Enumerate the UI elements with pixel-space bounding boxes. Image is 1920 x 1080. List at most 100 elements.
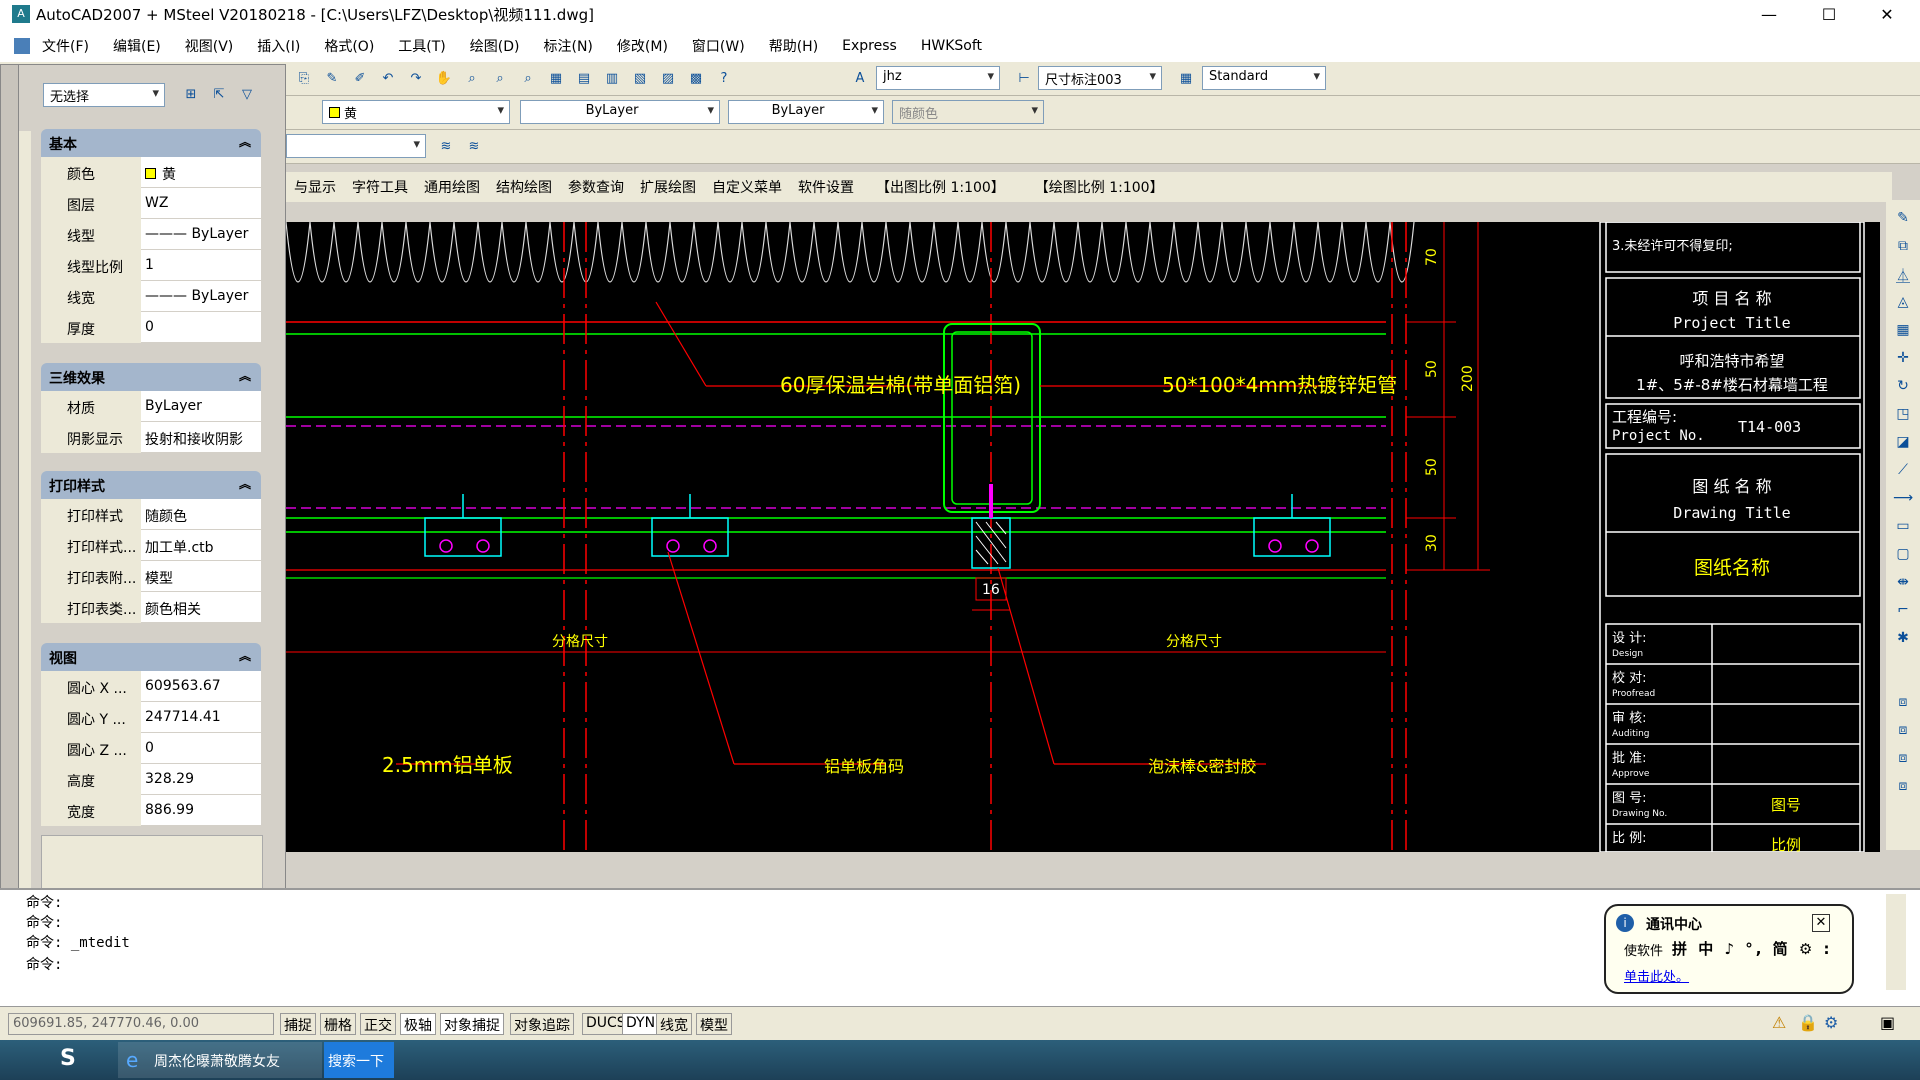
prop-row[interactable]: 打印表附... 模型 (41, 561, 261, 592)
collapse-icon[interactable]: ︽ (239, 133, 251, 150)
quick-select-icon[interactable]: ▽ (236, 83, 258, 105)
prop-row[interactable]: 圆心 Y ... 247714.41 (41, 702, 261, 733)
msteel-menu-display[interactable]: 与显示 (294, 177, 336, 197)
draworder-icon[interactable]: ⧈ (1892, 694, 1914, 716)
scale-icon[interactable]: ◳ (1892, 406, 1914, 428)
osnap-toggle[interactable]: 对象捕捉 (440, 1013, 504, 1035)
section-3d[interactable]: 三维效果 ︽ (41, 363, 261, 391)
balloon-link[interactable]: 单击此处。 (1624, 966, 1689, 985)
rotate-icon[interactable]: ↻ (1892, 378, 1914, 400)
text-style-select[interactable]: jhz (876, 66, 1000, 90)
zoom-previous-icon[interactable]: ⌕ (517, 67, 539, 89)
extend-icon[interactable]: ⟶ (1892, 490, 1914, 512)
warning-icon[interactable]: ⚠ (1772, 1013, 1786, 1032)
toggle-pickadd-icon[interactable]: ⊞ (180, 83, 202, 105)
menu-insert[interactable]: 插入(I) (257, 36, 300, 56)
menu-dimension[interactable]: 标注(N) (544, 36, 593, 56)
command-input[interactable]: 命令: (26, 954, 62, 974)
match-icon[interactable]: ✐ (349, 67, 371, 89)
section-print[interactable]: 打印样式 ︽ (41, 471, 261, 499)
prop-row[interactable]: 颜色 黄 (41, 157, 261, 188)
model-toggle[interactable]: 模型 (696, 1013, 732, 1035)
sheet-set-icon[interactable]: ▧ (629, 67, 651, 89)
close-button[interactable]: ✕ (1864, 0, 1910, 28)
draworder-above-icon[interactable]: ⧈ (1892, 750, 1914, 772)
join-icon[interactable]: ▢ (1892, 546, 1914, 568)
otrack-toggle[interactable]: 对象追踪 (510, 1013, 574, 1035)
output-scale[interactable]: 【出图比例 1:100】 (876, 177, 1005, 197)
mirror-icon[interactable]: ⏅ (1892, 266, 1914, 288)
msteel-menu-query[interactable]: 参数查询 (568, 177, 624, 197)
design-center-icon[interactable]: ▤ (573, 67, 595, 89)
msteel-menu-settings[interactable]: 软件设置 (798, 177, 854, 197)
taskbar-item-news[interactable]: e 周杰伦曝萧敬腾女友 (118, 1042, 322, 1078)
lineweight-toggle[interactable]: 线宽 (656, 1013, 692, 1035)
explode-icon[interactable]: ✱ (1892, 630, 1914, 652)
dim-style-select[interactable]: 尺寸标注003 (1038, 66, 1162, 90)
menu-window[interactable]: 窗口(W) (692, 36, 745, 56)
palette-scrollbar[interactable] (19, 131, 31, 891)
msteel-menu-custom[interactable]: 自定义菜单 (712, 177, 782, 197)
collapse-icon[interactable]: ︽ (239, 647, 251, 664)
coordinates-display[interactable]: 609691.85, 247770.46, 0.00 (8, 1013, 274, 1035)
menu-modify[interactable]: 修改(M) (617, 36, 668, 56)
msteel-menu-general[interactable]: 通用绘图 (424, 177, 480, 197)
markup-icon[interactable]: ▨ (657, 67, 679, 89)
prop-row[interactable]: 线型比例 1 (41, 250, 261, 281)
section-basic[interactable]: 基本 ︽ (41, 129, 261, 157)
layer-previous-icon[interactable]: ≋ (463, 135, 485, 157)
move-icon[interactable]: ✛ (1892, 350, 1914, 372)
search-button[interactable]: 搜索一下 (324, 1042, 394, 1078)
menu-file[interactable]: 文件(F) (42, 36, 89, 56)
polar-toggle[interactable]: 极轴 (400, 1013, 436, 1035)
draworder-back-icon[interactable]: ⧈ (1892, 722, 1914, 744)
color-select[interactable]: 黄 (322, 100, 510, 124)
properties-icon[interactable]: ▦ (545, 67, 567, 89)
fillet-icon[interactable]: ⌐ (1892, 602, 1914, 624)
pan-icon[interactable]: ✋ (433, 67, 455, 89)
erase-icon[interactable]: ✎ (1892, 210, 1914, 232)
offset-icon[interactable]: ◬ (1892, 294, 1914, 316)
grid-toggle[interactable]: 栅格 (320, 1013, 356, 1035)
tool-palette-icon[interactable]: ▥ (601, 67, 623, 89)
msteel-menu-structure[interactable]: 结构绘图 (496, 177, 552, 197)
prop-row[interactable]: 打印样式... 加工单.ctb (41, 530, 261, 561)
prop-row[interactable]: 图层 WZ (41, 188, 261, 219)
trim-icon[interactable]: ⟋ (1892, 462, 1914, 484)
layer-select[interactable] (286, 134, 426, 158)
maximize-button[interactable]: ☐ (1806, 0, 1852, 28)
msteel-menu-extend[interactable]: 扩展绘图 (640, 177, 696, 197)
lock-icon[interactable]: 🔒 (1798, 1013, 1818, 1032)
layer-manager-icon[interactable]: ≋ (435, 135, 457, 157)
clean-screen-icon[interactable]: ▣ (1880, 1013, 1895, 1032)
command-scrollbar[interactable] (1886, 894, 1906, 990)
copy-icon[interactable]: ⧉ (1892, 238, 1914, 260)
prop-row[interactable]: 材质 ByLayer (41, 391, 261, 422)
section-view[interactable]: 视图 ︽ (41, 643, 261, 671)
calculator-icon[interactable]: ▩ (685, 67, 707, 89)
array-icon[interactable]: ▦ (1892, 322, 1914, 344)
palette-titlebar[interactable] (1, 65, 19, 911)
prop-row[interactable]: 线型 ——— ByLayer (41, 219, 261, 250)
prop-row[interactable]: 圆心 Z ... 0 (41, 733, 261, 764)
break-icon[interactable]: ▭ (1892, 518, 1914, 540)
tray-settings-icon[interactable]: ⚙ (1824, 1013, 1838, 1032)
menu-express[interactable]: Express (842, 38, 897, 54)
select-objects-icon[interactable]: ⇱ (208, 83, 230, 105)
drawing-canvas[interactable]: 60厚保温岩棉(带单面铝箔) 50*100*4mm热镀锌矩管 2.5mm铝单板 … (286, 222, 1880, 852)
menu-help[interactable]: 帮助(H) (769, 36, 818, 56)
ime-toolbar[interactable]: 拼 中 ♪ °, 简 ⚙ : (1672, 938, 1833, 959)
prop-row[interactable]: 高度 328.29 (41, 764, 261, 795)
prop-row[interactable]: 线宽 ——— ByLayer (41, 281, 261, 312)
menu-tools[interactable]: 工具(T) (398, 36, 445, 56)
open-icon[interactable]: ⎘ (293, 67, 315, 89)
help-icon[interactable]: ? (713, 67, 735, 89)
table-style-select[interactable]: Standard (1202, 66, 1326, 90)
minimize-button[interactable]: — (1746, 0, 1792, 28)
menu-hwksoft[interactable]: HWKSoft (921, 38, 982, 54)
collapse-icon[interactable]: ︽ (239, 475, 251, 492)
snap-toggle[interactable]: 捕捉 (280, 1013, 316, 1035)
ortho-toggle[interactable]: 正交 (360, 1013, 396, 1035)
lineweight-select[interactable]: ByLayer (728, 100, 884, 124)
undo-icon[interactable]: ↶ (377, 67, 399, 89)
